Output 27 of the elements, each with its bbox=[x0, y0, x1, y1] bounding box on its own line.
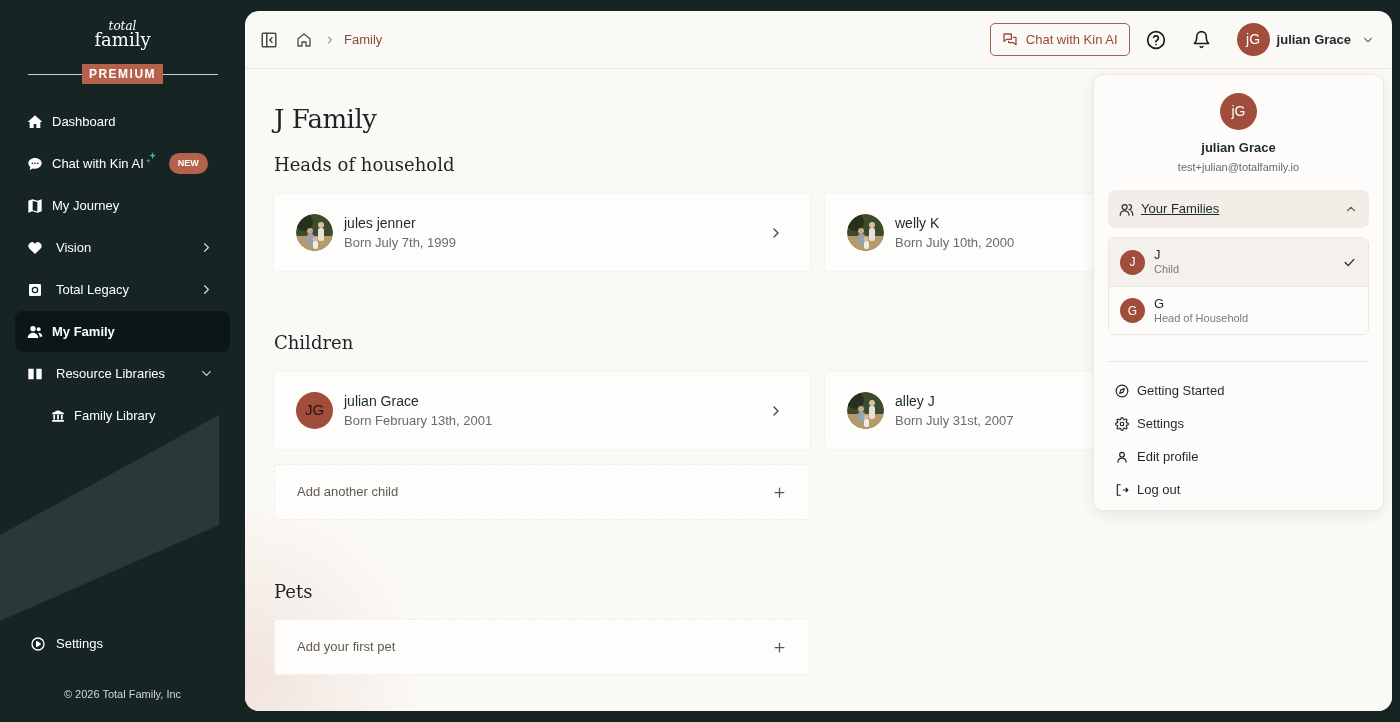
family-role: Head of Household bbox=[1154, 310, 1249, 326]
member-name: jules jenner bbox=[344, 213, 417, 233]
avatar: jG bbox=[1220, 93, 1257, 130]
new-badge: NEW bbox=[168, 152, 208, 175]
avatar: G bbox=[1120, 298, 1145, 323]
member-name: alley J bbox=[895, 391, 936, 411]
family-name: G bbox=[1154, 295, 1166, 311]
member-name: welly K bbox=[895, 213, 941, 233]
copyright-text: © 2026 Total Family, Inc bbox=[62, 686, 183, 702]
birth-date: Born July 10th, 2000 bbox=[895, 233, 1015, 252]
avatar: JG bbox=[296, 392, 333, 429]
birth-date: Born February 13th, 2001 bbox=[344, 411, 493, 430]
section-heading: Heads of household bbox=[274, 153, 455, 177]
avatar: jG bbox=[1236, 23, 1270, 56]
section-heading: Children bbox=[274, 331, 354, 355]
family-name: J bbox=[1154, 247, 1162, 262]
member-name: julian Grace bbox=[344, 391, 420, 411]
logo-text: family bbox=[94, 30, 151, 50]
user-name: julian Grace bbox=[1201, 139, 1276, 157]
logo-text: total bbox=[108, 20, 137, 32]
family-role: Child bbox=[1154, 262, 1180, 277]
section-heading: Pets bbox=[274, 580, 313, 604]
premium-badge: PREMIUM bbox=[81, 64, 164, 84]
birth-date: Born July 31st, 2007 bbox=[895, 411, 1014, 430]
user-email: test+julian@totalfamily.io bbox=[1177, 159, 1300, 175]
birth-date: Born July 7th, 1999 bbox=[344, 233, 457, 252]
avatar: J bbox=[1120, 249, 1145, 275]
